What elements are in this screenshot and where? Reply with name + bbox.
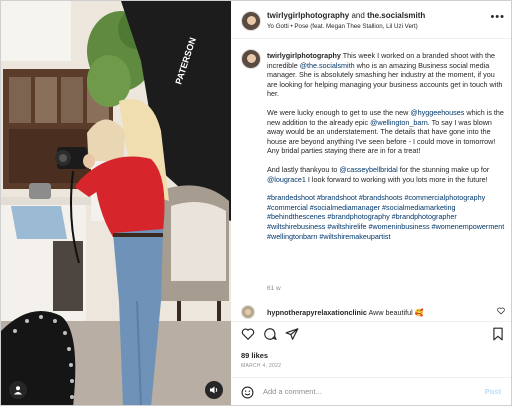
- mention-link[interactable]: @the.socialsmith: [300, 61, 355, 70]
- post-authors: twirlygirlphotography and the.socialsmit…: [267, 11, 425, 20]
- photo-scene: PATERSON: [1, 1, 231, 405]
- caption-text: And lastly thankyou to: [267, 164, 340, 174]
- post-video[interactable]: PATERSON: [1, 1, 231, 405]
- smiley-icon: [241, 386, 254, 399]
- comment-text: Aww beautiful: [366, 308, 415, 317]
- collaborator-username[interactable]: the.socialsmith: [367, 11, 425, 20]
- author-username[interactable]: twirlygirlphotography: [267, 11, 349, 20]
- mention-link[interactable]: @hyggeehouses: [410, 108, 464, 117]
- like-count[interactable]: 89 likes: [241, 351, 268, 360]
- divider: [231, 321, 511, 322]
- comment-body: hypnotherapyrelaxationclinic Aww beautif…: [267, 308, 424, 317]
- and-text: and: [351, 11, 365, 20]
- comment-like-heart-icon[interactable]: [497, 307, 505, 315]
- user-tags-button[interactable]: [9, 381, 27, 399]
- post-details-panel: twirlygirlphotography and the.socialsmit…: [231, 1, 511, 405]
- caption-author[interactable]: twirlygirlphotography: [267, 51, 341, 60]
- commenter-username[interactable]: hypnotherapyrelaxationclinic: [267, 308, 367, 317]
- add-comment-bar: Post: [231, 377, 511, 405]
- save-button[interactable]: [491, 327, 505, 346]
- post-comment-button[interactable]: Post: [485, 387, 501, 396]
- share-button[interactable]: [285, 327, 299, 346]
- comment-item: hypnotherapyrelaxationclinic Aww beautif…: [241, 305, 507, 319]
- post-caption: twirlygirlphotography This week I worked…: [267, 51, 507, 250]
- caption-author-avatar[interactable]: [241, 49, 261, 69]
- post-actions: [241, 327, 505, 343]
- person-icon: [14, 386, 22, 395]
- post-header: twirlygirlphotography and the.socialsmit…: [231, 1, 511, 39]
- caption-text: for the stunning make up for: [397, 164, 490, 174]
- hashtags[interactable]: #brandedshoot #brandshoot #brandshoots #…: [267, 193, 507, 241]
- like-button[interactable]: [241, 327, 255, 346]
- emoji-button[interactable]: [241, 386, 254, 404]
- speech-bubble-icon: [264, 328, 277, 341]
- paper-plane-icon: [285, 328, 299, 340]
- comment-emoji: 🥰: [414, 308, 424, 317]
- mention-link[interactable]: @casseybellbridal: [339, 165, 397, 174]
- more-options-icon[interactable]: •••: [490, 12, 505, 23]
- commenter-avatar[interactable]: [241, 305, 255, 319]
- audio-toggle-button[interactable]: [205, 381, 223, 399]
- instagram-post-window: PATERSON twirlygirlphotography and the.s…: [0, 0, 512, 406]
- mention-link[interactable]: @lougrace1: [267, 175, 306, 184]
- comment-input[interactable]: [263, 387, 463, 396]
- caption-text: I look forward to working with you lots …: [305, 174, 488, 184]
- comment-button[interactable]: [263, 327, 277, 346]
- caption-time-ago[interactable]: 61 w: [267, 285, 281, 292]
- caption-text: We were lucky enough to get to use the n…: [267, 107, 411, 117]
- heart-icon: [241, 328, 255, 341]
- audio-track[interactable]: Yo Gotti • Pose (feat. Megan Thee Stalli…: [267, 23, 418, 30]
- post-date[interactable]: MARCH 4, 2022: [241, 363, 281, 369]
- mention-link[interactable]: @wellington_barn: [370, 118, 428, 127]
- speaker-icon: [210, 386, 218, 394]
- bookmark-icon: [493, 327, 503, 341]
- author-avatar[interactable]: [241, 11, 261, 31]
